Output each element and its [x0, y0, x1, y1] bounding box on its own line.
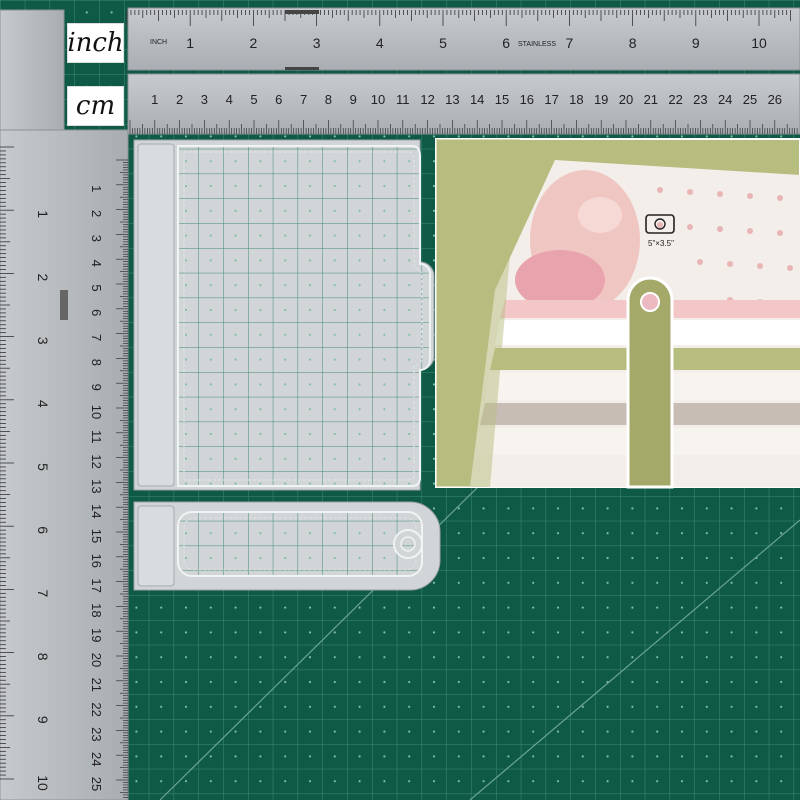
left-cm-tick-label: 5 [89, 284, 104, 291]
pocket-die [133, 139, 435, 491]
cm-tick-label: 16 [520, 92, 534, 107]
left-cm-tick-label: 21 [89, 678, 104, 692]
cm-tick-label: 6 [275, 92, 282, 107]
left-cm-tick-label: 20 [89, 653, 104, 667]
cm-tick-label: 8 [325, 92, 332, 107]
left-cm-tick-label: 6 [89, 309, 104, 316]
stainless-text: STAINLESS [518, 41, 556, 48]
left-cm-tick-label: 3 [89, 235, 104, 242]
pull-tab-die [133, 501, 441, 591]
cm-label: cm [67, 86, 124, 126]
inch-tick-label: 3 [313, 35, 321, 51]
left-cm-tick-label: 4 [89, 260, 104, 267]
left-inch-tick-label: 10 [35, 775, 51, 791]
product-photo: 5"×3.5" [435, 138, 800, 489]
cm-tick-label: 17 [544, 92, 558, 107]
left-cm-tick-label: 16 [89, 554, 104, 568]
inch-brand-text: INCH [150, 39, 167, 46]
cm-tick-label: 24 [718, 92, 732, 107]
left-cm-tick-label: 22 [89, 702, 104, 716]
inch-tick-label: 7 [566, 35, 574, 51]
left-cm-tick-label: 15 [89, 529, 104, 543]
inch-tick-label: 8 [629, 35, 637, 51]
left-inch-tick-label: 4 [35, 400, 51, 408]
inch-tick-label: 2 [250, 35, 258, 51]
left-inch-tick-label: 3 [35, 337, 51, 345]
cm-tick-label: 15 [495, 92, 509, 107]
left-inch-tick-label: 9 [35, 716, 51, 724]
left-cm-tick-label: 24 [89, 752, 104, 766]
cm-ruler: 1 2 3 4 5 6 7 8 9 10 11 12 13 14 15 16 17 18 19 20 21 22 23 24 2… [127, 73, 800, 135]
cm-tick-label: 7 [300, 92, 307, 107]
cm-tick-label: 25 [743, 92, 757, 107]
inch-tick-label: 10 [751, 35, 767, 51]
inch-tick-label: 6 [502, 35, 510, 51]
left-cm-tick-label: 25 [89, 777, 104, 791]
left-inch-tick-label: 5 [35, 463, 51, 471]
cm-tick-label: 14 [470, 92, 484, 107]
inch-tick-label: 5 [439, 35, 447, 51]
left-cm-tick-label: 7 [89, 334, 104, 341]
cm-tick-label: 22 [668, 92, 682, 107]
cm-tick-label: 18 [569, 92, 583, 107]
cm-tick-label: 1 [151, 92, 158, 107]
left-cm-tick-label: 13 [89, 479, 104, 493]
inch-label: inch [67, 23, 124, 63]
left-cm-tick-label: 12 [89, 454, 104, 468]
cm-tick-label: 21 [644, 92, 658, 107]
left-cm-tick-label: 1 [89, 185, 104, 192]
left-cm-tick-label: 9 [89, 384, 104, 391]
cm-tick-label: 10 [371, 92, 385, 107]
cm-tick-label: 19 [594, 92, 608, 107]
left-cm-tick-label: 19 [89, 628, 104, 642]
inch-ruler: 1 2 3 4 5 6 7 8 9 10 INCH STAINLESS [126, 7, 800, 71]
left-inch-tick-label: 7 [35, 590, 51, 598]
left-cm-tick-label: 8 [89, 359, 104, 366]
cm-tick-label: 26 [768, 92, 782, 107]
left-cm-tick-label: 14 [89, 504, 104, 518]
cm-tick-label: 5 [250, 92, 257, 107]
inch-tick-label: 4 [376, 35, 384, 51]
cm-tick-label: 23 [693, 92, 707, 107]
left-cm-tick-label: 23 [89, 727, 104, 741]
cm-tick-label: 13 [445, 92, 459, 107]
left-cm-tick-label: 2 [89, 210, 104, 217]
left-cm-tick-label: 17 [89, 578, 104, 592]
inch-tick-label: 1 [186, 35, 194, 51]
left-cm-tick-label: 18 [89, 603, 104, 617]
left-inch-tick-label: 1 [35, 210, 51, 218]
left-inch-tick-label: 6 [35, 526, 51, 534]
cm-tick-label: 2 [176, 92, 183, 107]
cm-tick-label: 12 [420, 92, 434, 107]
cm-tick-label: 3 [201, 92, 208, 107]
left-inch-tick-label: 8 [35, 653, 51, 661]
inch-tick-label: 9 [692, 35, 700, 51]
cm-tick-label: 9 [350, 92, 357, 107]
size-note: 5"×3.5" [648, 239, 674, 248]
cm-tick-label: 20 [619, 92, 633, 107]
left-cm-tick-label: 11 [89, 430, 104, 444]
left-inch-tick-label: 2 [35, 274, 51, 282]
cm-tick-label: 11 [396, 92, 410, 107]
cm-tick-label: 4 [226, 92, 233, 107]
left-cm-tick-label: 10 [89, 405, 104, 419]
